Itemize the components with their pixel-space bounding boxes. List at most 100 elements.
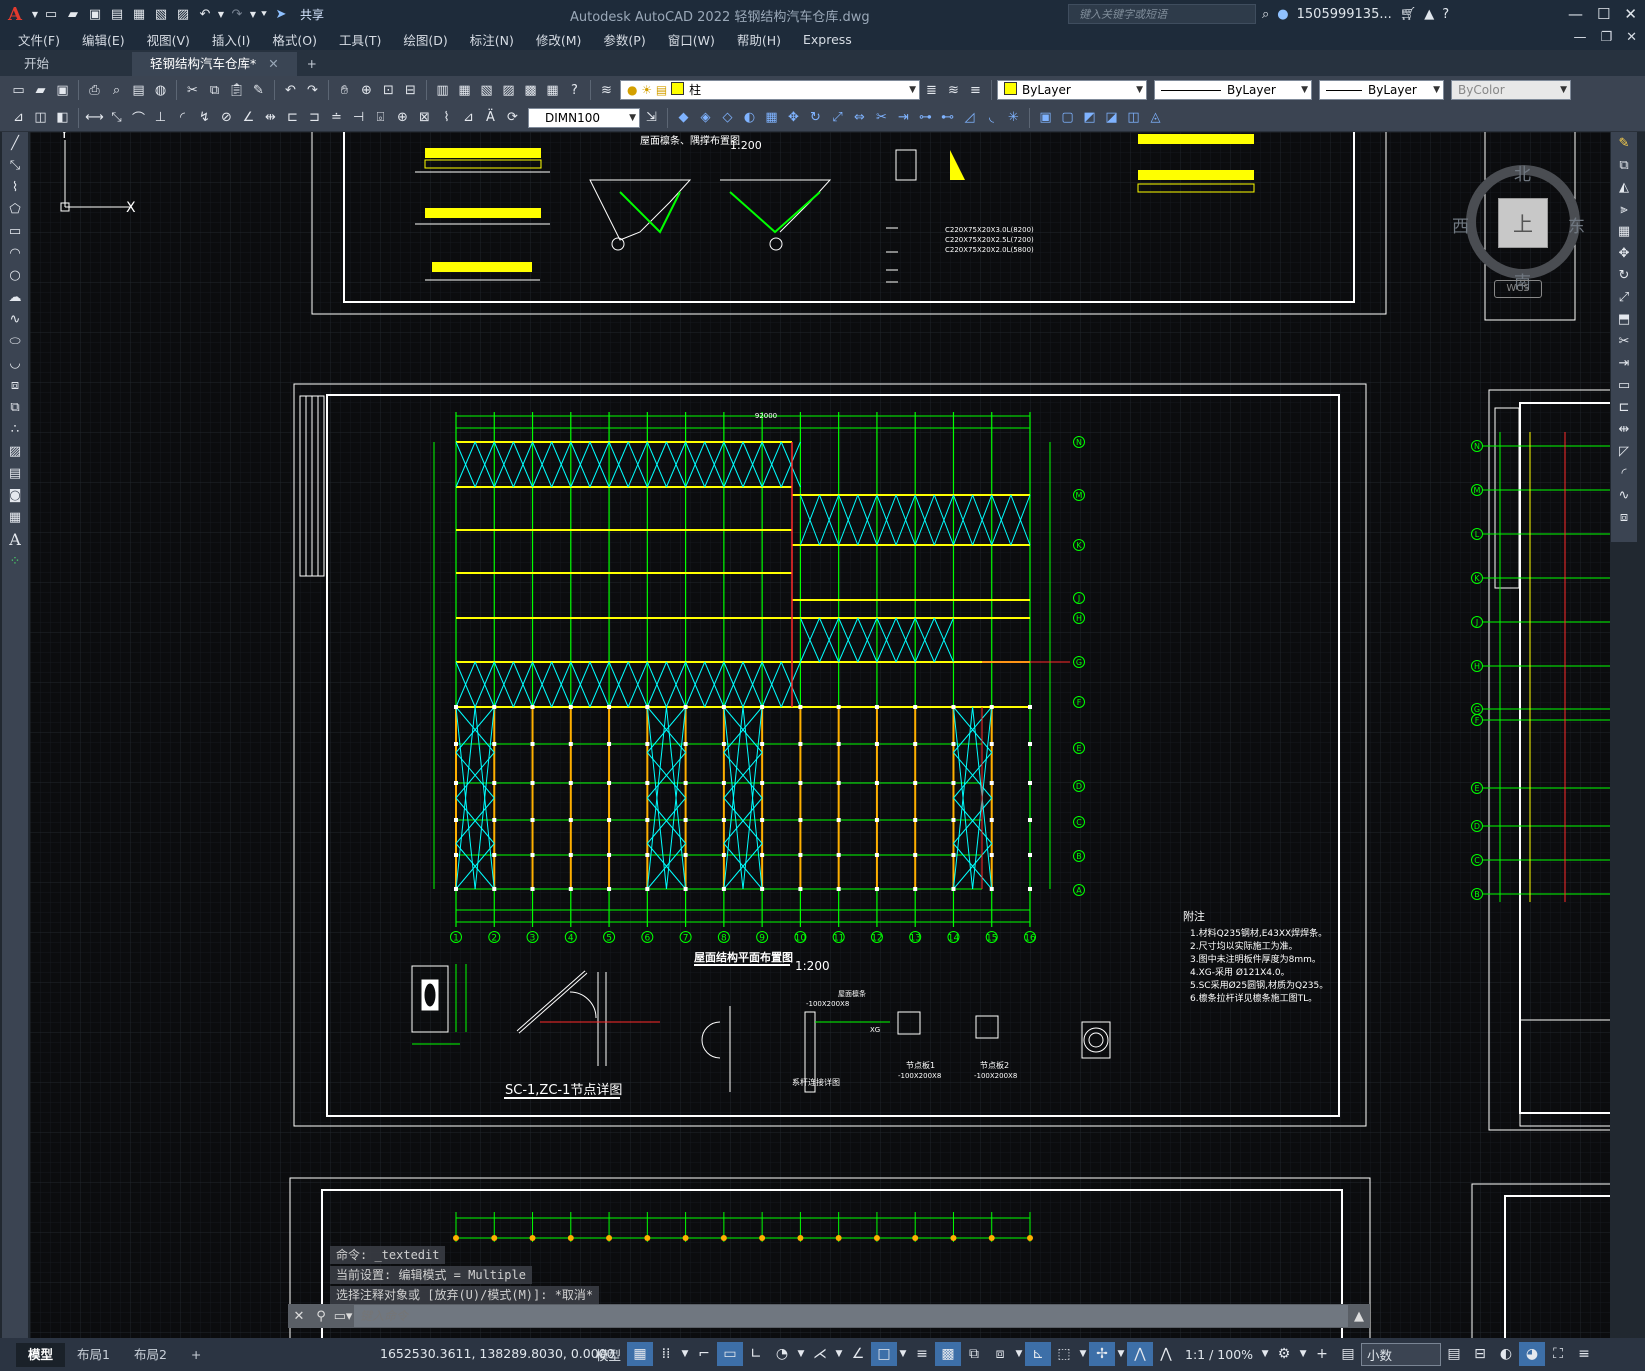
plotstyle-dropdown[interactable]: ByColor ▼ [1451,80,1571,100]
menu-dimension[interactable]: 标注(N) [460,30,526,49]
3d-osnap-dropdown-icon[interactable]: ▼ [1013,1342,1025,1366]
export-icon[interactable]: ▦ [128,3,150,25]
line-icon[interactable]: ╱ [2,132,28,154]
ellipse-icon[interactable]: ⬭ [2,330,28,352]
redo-icon[interactable]: ↷ [226,3,248,25]
move-right-icon[interactable]: ✥ [1611,242,1637,264]
group-icon[interactable]: ▣ [1035,107,1056,128]
dynamic-input-icon[interactable]: ▭ [717,1342,744,1366]
dropdown-arrow-icon[interactable]: ▼ [30,3,40,25]
scale-dropdown-icon[interactable]: ▼ [1259,1342,1271,1366]
saveas-icon[interactable]: ▤ [106,3,128,25]
dynamic-ucs-icon[interactable]: ⊾ [1025,1342,1052,1366]
mtext-icon[interactable]: A [2,528,28,550]
snap-icon[interactable]: ⁞⁞ [653,1342,679,1366]
plot-icon[interactable]: ▨ [172,3,194,25]
3d-osnap-icon[interactable]: ⧈ [987,1342,1013,1366]
mirror-right-icon[interactable]: ◭ [1611,176,1637,198]
zoom-realtime-icon[interactable]: ⊕ [356,80,377,101]
layout-tab-1[interactable]: 布局1 [65,1343,122,1367]
menu-parametric[interactable]: 参数(P) [593,30,657,49]
dim-aligned-icon[interactable]: ⤡ [106,107,127,128]
polar-dropdown-icon[interactable]: ▼ [795,1342,807,1366]
stretch-right-icon[interactable]: ⬒ [1611,308,1637,330]
ucs-previous-icon[interactable]: ◧ [52,107,73,128]
rotate-right-icon[interactable]: ↻ [1611,264,1637,286]
minimize-icon[interactable]: — [1568,5,1583,23]
break-icon[interactable]: ⊶ [915,107,936,128]
attribute-icon[interactable]: ◫ [1123,107,1144,128]
fillet-icon[interactable]: ◟ [981,107,1002,128]
gradient-icon[interactable]: ▤ [2,462,28,484]
quick-dim-icon[interactable]: ⇹ [260,107,281,128]
customize-qat-icon[interactable]: ⯆ [258,3,270,25]
qnew-icon[interactable]: ▭ [8,80,29,101]
explode-icon[interactable]: ✳ [1003,107,1024,128]
viewcube[interactable]: 北 南 东 西 上 WCS [1452,150,1588,310]
menu-modify[interactable]: 修改(M) [526,30,594,49]
sheet-set-icon[interactable]: ▨ [498,80,519,101]
circle-icon[interactable]: ○ [2,264,28,286]
tab-drawing[interactable]: 轻钢结构汽车仓库* ✕ [132,52,297,76]
publish-icon[interactable]: ▧ [150,3,172,25]
layer-properties-icon[interactable]: ≋ [596,80,617,101]
scale-right-icon[interactable]: ⤢ [1611,286,1637,308]
dim-angular-icon[interactable]: ∠ [238,107,259,128]
object-snap-icon[interactable]: □ [871,1342,898,1366]
menu-draw[interactable]: 绘图(D) [393,30,459,49]
selection-filter-icon[interactable]: ⬚ [1051,1342,1077,1366]
wcs-menu-button[interactable]: WCS [1494,280,1542,298]
command-close-icon[interactable]: ✕ [288,1304,310,1328]
layout-tab-2[interactable]: 布局2 [122,1343,179,1367]
help-tool-icon[interactable]: ? [564,80,585,101]
undo-icon[interactable]: ↶ [194,3,216,25]
menu-insert[interactable]: 插入(I) [202,30,262,49]
hatch-icon[interactable]: ▨ [2,440,28,462]
share-button[interactable]: 共享 [296,6,328,23]
snap-dropdown-icon[interactable]: ▼ [679,1342,691,1366]
construction-line-icon[interactable]: ⤡ [2,154,28,176]
zoom-window-icon[interactable]: ⊡ [378,80,399,101]
undo-tool-icon[interactable]: ↶ [280,80,301,101]
pan-icon[interactable]: ✋︎ [334,80,355,101]
linetype-dropdown[interactable]: ByLayer ▼ [1154,80,1312,100]
cart-icon[interactable]: 🛒︎ [1400,7,1417,22]
break-point-icon[interactable]: ▭ [1611,374,1637,396]
add-selected-icon[interactable]: ⁘ [2,550,28,572]
offset-right-icon[interactable]: ⫸ [1611,198,1637,220]
quick-properties-icon[interactable]: ▤ [1441,1342,1467,1366]
block-icon[interactable]: ◩ [1079,107,1100,128]
extend-right-icon[interactable]: ⇥ [1611,352,1637,374]
tab-close-icon[interactable]: ✕ [268,56,278,71]
close-icon[interactable]: ✕ [1624,5,1637,23]
layer-previous-icon[interactable]: ≋ [943,80,964,101]
drawing-canvas[interactable]: 屋面檩条、隅撑布置图 1:200 C220X75X20X3.0L(8200) C… [30,132,1610,1338]
customization-icon[interactable]: ≡ [1571,1342,1597,1366]
isolate-objects-icon[interactable]: ◐ [1493,1342,1519,1366]
clean-screen-icon[interactable]: ⛶ [1545,1342,1571,1366]
selection-cycling-icon[interactable]: ⧉ [961,1342,987,1366]
search-icon[interactable]: ⌕ [1262,7,1269,22]
command-customize-icon[interactable]: ⚲ [310,1304,332,1328]
dim-diameter-icon[interactable]: ⊘ [216,107,237,128]
point-icon[interactable]: ∴ [2,418,28,440]
tab-start[interactable]: 开始 [6,52,132,76]
lineweight-icon[interactable]: ≡ [909,1342,935,1366]
open-file-icon[interactable]: ▰ [30,80,51,101]
move-icon[interactable]: ✥ [783,107,804,128]
3d-dwf-icon[interactable]: ◍ [150,80,171,101]
grid-icon[interactable]: ▦ [627,1342,654,1366]
menu-window[interactable]: 窗口(W) [658,30,727,49]
copy-right-icon[interactable]: ⧉ [1611,154,1637,176]
autodesk-app-icon[interactable]: ▲ [1424,7,1434,22]
design-center-icon[interactable]: ▦ [454,80,475,101]
ucs-world-icon[interactable]: ◫ [30,107,51,128]
command-scroll-icon[interactable]: ▲ [1348,1304,1370,1328]
save-file-icon[interactable]: ▣ [52,80,73,101]
refedit-icon[interactable]: ◬ [1145,107,1166,128]
mirror-icon[interactable]: ◇ [717,107,738,128]
polygon-icon[interactable]: ⬠ [2,198,28,220]
chamfer-icon[interactable]: ◿ [959,107,980,128]
layer-dropdown[interactable]: ● ☀ ▤ 柱 ▼ [620,80,920,100]
erase-icon[interactable]: ◆ [673,107,694,128]
